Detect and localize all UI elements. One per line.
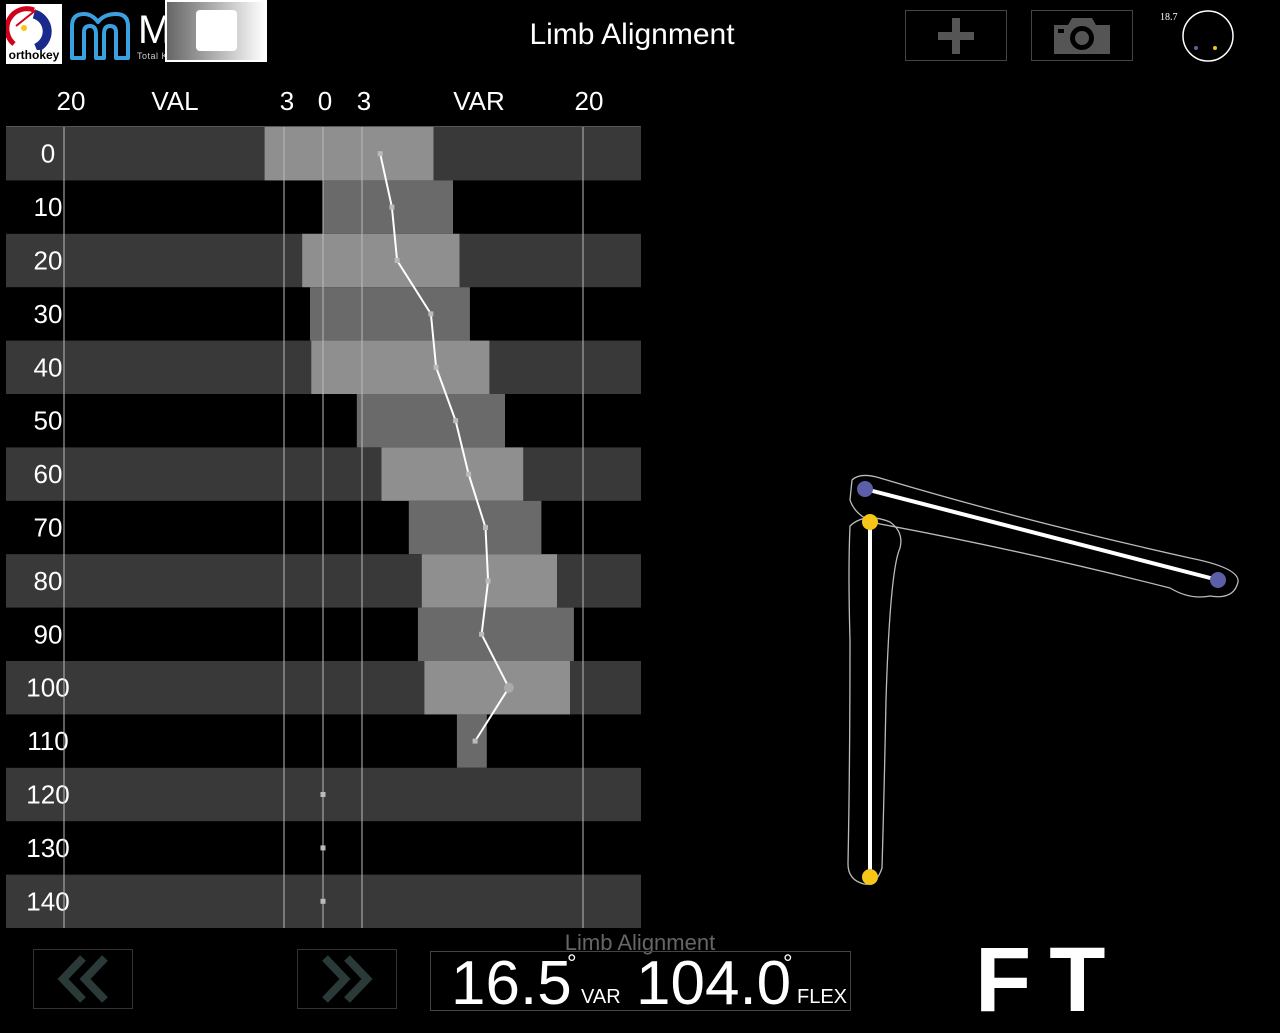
double-chevron-left-icon [57,955,108,1003]
femur-hip-marker [857,481,873,497]
leg-diagram [847,474,1239,885]
stop-icon [196,10,237,51]
track-point [428,311,434,317]
back-button[interactable] [33,949,133,1009]
forward-button[interactable] [297,949,397,1009]
femur-axis [864,487,1219,582]
row-label: 110 [27,726,68,756]
varus-unit: VAR [581,986,621,1008]
flexion-angle-value: 104.0 [636,949,792,1018]
range-bar [311,340,490,394]
track-point [479,631,485,637]
alignment-chart-plot: 0 10 20 30 40 50 60 70 80 90 100 110 120 130 140 [6,126,641,928]
range-bar [302,233,460,288]
row-label: 50 [34,406,63,436]
row-label: 120 [26,780,69,810]
track-point [472,738,478,744]
row-label: 30 [34,299,63,329]
row-label: 140 [26,886,69,916]
row-label: 70 [34,513,63,543]
range-bar [381,447,524,501]
track-point [453,418,459,424]
track-point [320,898,326,904]
varus-angle-value: 16.5 [451,949,572,1018]
femur-knee-marker [1210,572,1226,588]
range-bar [356,394,505,448]
flexion-unit: FLEX [797,986,848,1008]
double-chevron-right-icon [322,955,373,1003]
tibia-knee-marker [862,514,878,530]
stop-button[interactable] [165,0,267,62]
range-bar [310,287,470,341]
tibia-outline [847,517,902,885]
alignment-readout: 16.5 ° VAR 104.0 ° FLEX [430,949,851,1018]
row-label: 60 [34,459,63,489]
camera-icon [1054,17,1110,54]
row-label: 100 [26,673,69,703]
range-bar [456,714,487,768]
track-point [433,364,439,370]
row-label: 40 [34,352,63,382]
track-point [320,845,326,851]
track-point [483,525,488,530]
row-label: 20 [34,246,63,276]
camera-button[interactable] [1031,10,1133,61]
range-bar [417,607,574,661]
add-button[interactable] [905,10,1007,61]
track-point [320,792,326,797]
mode-indicator: FT [975,929,1124,1031]
row-label: 0 [41,139,55,169]
row-label: 80 [34,566,63,596]
range-bar [264,127,434,181]
track-point [394,258,400,263]
row-label: 10 [34,192,63,222]
track-point [485,578,491,584]
track-point [389,204,395,210]
compass-value: 18.7 [1160,12,1178,23]
track-point [377,151,383,157]
alignment-chart: 20 VAL 3 0 3 VAR 20 0 10 20 30 40 50 60 70 80 90 100 110 1… [0,80,660,930]
tibia-ankle-marker [862,869,878,885]
plus-icon [938,17,974,54]
track-point-current [503,682,514,693]
orientation-compass-icon [1182,10,1234,62]
degree-symbol: ° [783,950,793,977]
row-label: 90 [34,619,63,649]
range-bar [408,500,542,555]
degree-symbol: ° [567,950,577,977]
track-point [466,471,472,477]
row-label: 130 [26,833,69,863]
